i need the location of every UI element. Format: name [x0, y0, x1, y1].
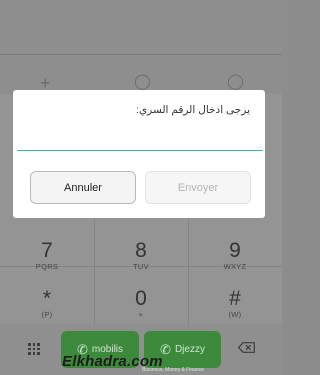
pin-input[interactable] — [17, 132, 263, 151]
key-star[interactable]: * (P) — [0, 288, 94, 319]
sim-label: Djezzy — [174, 344, 205, 355]
key-letters: (P) — [41, 310, 53, 319]
key-8[interactable]: 8 TUV — [94, 240, 188, 271]
key-letters: TUV — [133, 262, 149, 271]
key-digit: 8 — [135, 239, 147, 262]
key-digit: 7 — [41, 239, 53, 262]
key-letters: WXYZ — [223, 262, 247, 271]
key-letters: + — [138, 310, 144, 319]
key-letters: (W) — [228, 310, 242, 319]
key-7[interactable]: 7 PQRS — [0, 240, 94, 271]
key-9[interactable]: 9 WXYZ — [188, 240, 282, 271]
key-digit: # — [229, 287, 241, 310]
key-digit: 0 — [135, 287, 147, 310]
pin-dialog: يرجى ادخال الرقم السري: Annuler Envoyer — [13, 90, 265, 218]
key-0[interactable]: 0 + — [94, 288, 188, 319]
contact-icon[interactable]: ◯ — [134, 74, 151, 89]
key-digit: 9 — [229, 239, 241, 262]
cancel-button[interactable]: Annuler — [30, 171, 136, 204]
send-button[interactable]: Envoyer — [145, 171, 251, 204]
key-digit: * — [42, 287, 52, 310]
circle-icon[interactable]: ◯ — [227, 74, 244, 89]
key-letters: PQRS — [35, 262, 59, 271]
backspace-icon[interactable] — [238, 342, 255, 353]
keypad-toggle-icon[interactable] — [28, 343, 40, 355]
watermark-tagline: Business, Money & Finance — [142, 367, 204, 373]
key-hash[interactable]: # (W) — [188, 288, 282, 319]
dialog-title: يرجى ادخال الرقم السري: — [136, 104, 250, 116]
header-divider — [0, 54, 282, 55]
